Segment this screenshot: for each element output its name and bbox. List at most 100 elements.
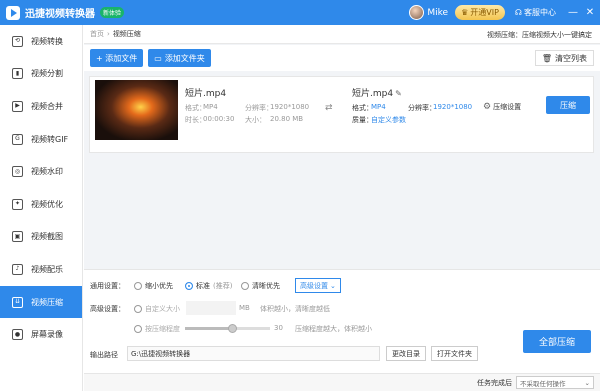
output-file-name: 短片.mp4 ✎ xyxy=(352,86,402,99)
gif-icon: G xyxy=(12,133,23,145)
sidebar-item-label: 视频配乐 xyxy=(31,264,63,274)
sidebar: ⟲ 视频转换 ▮ 视频分割 ▶ 视频合并 G 视频转GIF ◎ 视频水印 ✦ 视… xyxy=(0,25,83,391)
duration-value: 00:00:30 xyxy=(203,115,235,123)
radio-note: (推荐) xyxy=(213,282,233,290)
compress-icon: ⇊ xyxy=(12,296,23,308)
sidebar-item-label: 视频优化 xyxy=(31,199,63,209)
resolution-value: 1920*1080 xyxy=(270,103,310,111)
app-logo-icon xyxy=(6,5,20,20)
on-complete-label: 任务完成后 xyxy=(477,379,512,387)
sidebar-item-screenshot[interactable]: ▣ 视频截图 xyxy=(0,221,82,254)
screenshot-icon: ▣ xyxy=(12,231,23,243)
chevron-down-icon: ⌄ xyxy=(584,378,590,387)
vip-label: 开通VIP xyxy=(470,8,499,17)
radio-dot xyxy=(134,325,142,333)
advanced-settings-row-label: 高级设置： xyxy=(90,305,125,313)
compress-button[interactable]: 压缩 xyxy=(546,96,590,114)
radio-dot xyxy=(241,282,249,290)
radio-clarity-first[interactable]: 清晰优先 xyxy=(241,281,280,291)
file-name: 短片.mp4 xyxy=(185,89,227,99)
radio-dot xyxy=(134,282,142,290)
ratio-hint: 压缩程度越大，体积越小 xyxy=(295,325,372,333)
advanced-settings-button[interactable]: 高级设置 ⌄ xyxy=(295,278,341,293)
optimize-icon: ✦ xyxy=(12,198,23,210)
add-file-button[interactable]: + 添加文件 xyxy=(90,49,144,67)
general-settings-label: 通用设置： xyxy=(90,282,125,290)
service-center-button[interactable]: ☊ 客服中心 xyxy=(515,7,556,18)
compress-settings-button[interactable]: ⚙ 压缩设置 xyxy=(483,102,521,112)
sidebar-item-split[interactable]: ▮ 视频分割 xyxy=(0,58,82,91)
output-path-label: 输出路径 xyxy=(90,351,118,359)
breadcrumb-home[interactable]: 首页 xyxy=(90,29,104,39)
compress-settings-label: 压缩设置 xyxy=(493,103,522,111)
size-label: 大小： xyxy=(245,116,266,124)
video-thumbnail[interactable] xyxy=(95,80,178,140)
music-icon: ♪ xyxy=(12,263,23,275)
sidebar-item-merge[interactable]: ▶ 视频合并 xyxy=(0,90,82,123)
headset-icon: ☊ xyxy=(514,8,522,17)
close-button[interactable]: ✕ xyxy=(583,7,597,18)
crown-icon: ♛ xyxy=(461,8,469,17)
sidebar-item-label: 视频转换 xyxy=(31,36,63,46)
add-folder-label: 添加文件夹 xyxy=(164,53,205,63)
compress-ratio-slider[interactable] xyxy=(185,324,270,333)
change-directory-button[interactable]: 更改目录 xyxy=(386,346,426,361)
compress-all-button[interactable]: 全部压缩 xyxy=(523,330,591,353)
file-row: 短片.mp4 格式： MP4 分辨率： 1920*1080 时长： 00:00:… xyxy=(89,76,594,153)
trash-icon: 🗑 xyxy=(541,53,552,63)
convert-icon: ⟲ xyxy=(12,35,23,47)
on-complete-value: 不采取任何操作 xyxy=(520,379,566,388)
app-title: 迅捷视频转换器 xyxy=(25,9,95,20)
split-icon: ▮ xyxy=(12,68,23,80)
sidebar-item-music[interactable]: ♪ 视频配乐 xyxy=(0,253,82,286)
record-icon: ● xyxy=(12,329,23,341)
breadcrumb-separator: › xyxy=(107,30,110,38)
on-complete-select[interactable]: 不采取任何操作 ⌄ xyxy=(516,376,594,389)
sidebar-item-gif[interactable]: G 视频转GIF xyxy=(0,123,82,156)
sidebar-item-label: 视频转GIF xyxy=(31,134,69,144)
open-folder-button[interactable]: 打开文件夹 xyxy=(431,346,478,361)
slider-fill xyxy=(185,327,232,330)
radio-size-first[interactable]: 缩小优先 xyxy=(134,281,173,291)
clear-list-button[interactable]: 🗑 清空列表 xyxy=(534,50,594,66)
sidebar-item-label: 视频压缩 xyxy=(31,297,63,307)
sidebar-item-convert[interactable]: ⟲ 视频转换 xyxy=(0,25,82,58)
vip-button[interactable]: ♛ 开通VIP xyxy=(455,5,505,20)
main-panel: 首页 › 视频压缩 视频压缩：压缩视频大小一键搞定 + 添加文件 ▭ 添加文件夹… xyxy=(84,25,600,391)
sidebar-item-label: 视频水印 xyxy=(31,167,63,177)
minimize-button[interactable]: — xyxy=(566,7,580,18)
output-resolution-value: 1920*1080 xyxy=(433,103,473,111)
folder-icon: ▭ xyxy=(154,53,162,63)
output-file-name-text: 短片.mp4 xyxy=(352,89,394,99)
gear-icon: ⚙ xyxy=(483,102,492,112)
status-bar: 任务完成后 不采取任何操作 ⌄ xyxy=(84,373,600,391)
service-label: 客服中心 xyxy=(524,8,556,17)
quality-value[interactable]: 自定义参数 xyxy=(371,115,406,125)
chevron-down-icon: ⌄ xyxy=(330,281,336,290)
clear-list-label: 清空列表 xyxy=(555,53,587,63)
radio-compress-ratio[interactable]: 按压缩程度 xyxy=(134,324,180,334)
output-resolution-label: 分辨率： xyxy=(408,104,436,112)
ratio-value: 30 xyxy=(274,324,283,332)
radio-custom-size[interactable]: 自定义大小 xyxy=(134,304,180,314)
toolbar: + 添加文件 ▭ 添加文件夹 🗑 清空列表 xyxy=(84,45,600,71)
pencil-icon[interactable]: ✎ xyxy=(395,89,402,98)
add-folder-button[interactable]: ▭ 添加文件夹 xyxy=(148,49,211,67)
watermark-icon: ◎ xyxy=(12,166,23,178)
radio-standard[interactable]: 标准 (推荐) xyxy=(185,281,232,291)
breadcrumb-current: 视频压缩 xyxy=(112,30,141,38)
sidebar-item-optimize[interactable]: ✦ 视频优化 xyxy=(0,188,82,221)
version-badge[interactable]: 新体验 xyxy=(100,7,125,18)
sidebar-item-compress[interactable]: ⇊ 视频压缩 xyxy=(0,285,82,319)
sidebar-item-label: 屏幕录像 xyxy=(31,330,63,340)
avatar[interactable] xyxy=(409,5,425,20)
radio-dot xyxy=(134,305,142,313)
quality-label: 质量： xyxy=(352,116,373,124)
username[interactable]: Mike xyxy=(427,8,448,18)
sidebar-item-record[interactable]: ● 屏幕录像 xyxy=(0,318,82,351)
custom-size-input[interactable] xyxy=(186,301,236,315)
slider-knob[interactable] xyxy=(227,324,237,333)
radio-label: 清晰优先 xyxy=(252,282,280,290)
output-path-field[interactable]: G:\迅捷视频转换器 xyxy=(127,346,380,361)
sidebar-item-watermark[interactable]: ◎ 视频水印 xyxy=(0,155,82,188)
